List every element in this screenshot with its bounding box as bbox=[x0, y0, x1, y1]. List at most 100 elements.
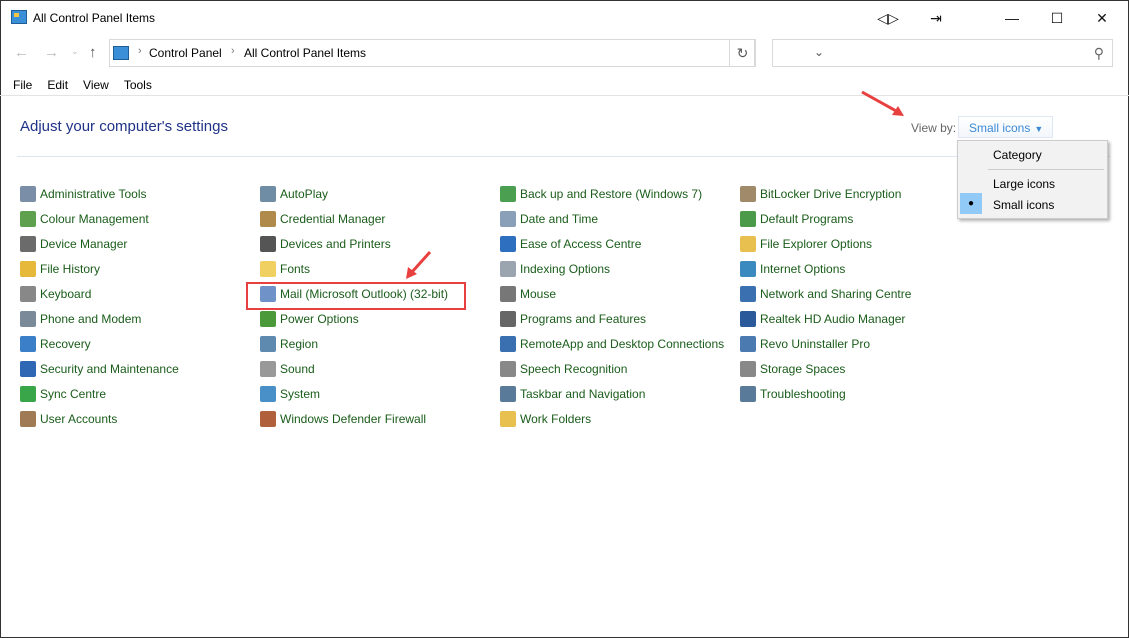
control-panel-item[interactable]: Network and Sharing Centre bbox=[740, 285, 911, 303]
control-panel-item[interactable]: Internet Options bbox=[740, 260, 845, 278]
control-panel-item[interactable]: Troubleshooting bbox=[740, 385, 846, 403]
file-explorer-options-icon bbox=[740, 236, 756, 252]
item-label: Power Options bbox=[280, 312, 359, 326]
view-by-value: Small icons bbox=[969, 121, 1031, 135]
control-panel-item[interactable]: RemoteApp and Desktop Connections bbox=[500, 335, 724, 353]
control-panel-item[interactable]: Indexing Options bbox=[500, 260, 610, 278]
option-small-icons[interactable]: Small icons bbox=[993, 198, 1054, 212]
sound-icon bbox=[260, 361, 276, 377]
control-panel-item[interactable]: Colour Management bbox=[20, 210, 149, 228]
control-panel-item[interactable]: Credential Manager bbox=[260, 210, 385, 228]
control-panel-item[interactable]: Recovery bbox=[20, 335, 91, 353]
remoteapp-and-desktop-connections-icon bbox=[500, 336, 516, 352]
item-label: Keyboard bbox=[40, 287, 92, 301]
device-manager-icon bbox=[20, 236, 36, 252]
close-button[interactable]: ✕ bbox=[1082, 4, 1122, 32]
control-panel-item[interactable]: File Explorer Options bbox=[740, 235, 872, 253]
control-panel-item[interactable]: Realtek HD Audio Manager bbox=[740, 310, 905, 328]
control-panel-item[interactable]: Programs and Features bbox=[500, 310, 646, 328]
mouse-icon bbox=[500, 286, 516, 302]
control-panel-item[interactable]: Keyboard bbox=[20, 285, 91, 303]
work-folders-icon bbox=[500, 411, 516, 427]
colour-management-icon bbox=[20, 211, 36, 227]
recovery-icon bbox=[20, 336, 36, 352]
minimize-button[interactable]: — bbox=[992, 4, 1032, 32]
divider bbox=[988, 169, 1104, 170]
item-label: File Explorer Options bbox=[760, 237, 873, 251]
option-large-icons[interactable]: Large icons bbox=[993, 177, 1055, 191]
control-panel-item[interactable]: Date and Time bbox=[500, 210, 598, 228]
forward-button[interactable]: → bbox=[44, 44, 59, 61]
chevron-right-icon: › bbox=[231, 45, 235, 57]
control-panel-item[interactable]: File History bbox=[20, 260, 100, 278]
control-panel-item[interactable]: Taskbar and Navigation bbox=[500, 385, 645, 403]
view-by-dropdown[interactable]: Small icons ▼ bbox=[958, 116, 1053, 138]
control-panel-item[interactable]: System bbox=[260, 385, 320, 403]
item-label: File History bbox=[40, 262, 101, 276]
control-panel-item[interactable]: User Accounts bbox=[20, 410, 117, 428]
control-panel-item[interactable]: Windows Defender Firewall bbox=[260, 410, 426, 428]
control-panel-item[interactable]: Speech Recognition bbox=[500, 360, 627, 378]
item-label: Region bbox=[280, 337, 319, 351]
control-panel-item[interactable]: Phone and Modem bbox=[20, 310, 141, 328]
date-and-time-icon bbox=[500, 211, 516, 227]
item-label: Fonts bbox=[280, 262, 311, 276]
control-panel-item[interactable]: AutoPlay bbox=[260, 185, 328, 203]
up-button[interactable]: ↑ bbox=[89, 44, 97, 61]
control-panel-item[interactable]: Sync Centre bbox=[20, 385, 106, 403]
item-label: Mouse bbox=[520, 287, 557, 301]
control-panel-item[interactable]: Device Manager bbox=[20, 235, 127, 253]
item-label: AutoPlay bbox=[280, 187, 329, 201]
recent-dropdown[interactable]: ⌄ bbox=[71, 46, 79, 57]
storage-spaces-icon bbox=[740, 361, 756, 377]
security-and-maintenance-icon bbox=[20, 361, 36, 377]
control-panel-item[interactable]: Administrative Tools bbox=[20, 185, 147, 203]
menu-tools[interactable]: Tools bbox=[124, 78, 152, 92]
item-label: Sync Centre bbox=[40, 387, 107, 401]
control-panel-item[interactable]: Security and Maintenance bbox=[20, 360, 179, 378]
control-panel-item[interactable]: Power Options bbox=[260, 310, 359, 328]
breadcrumb-control-panel[interactable]: Control Panel bbox=[149, 46, 222, 60]
power-options-icon bbox=[260, 311, 276, 327]
phone-and-modem-icon bbox=[20, 311, 36, 327]
back-button[interactable]: ← bbox=[14, 44, 29, 61]
item-label: Phone and Modem bbox=[40, 312, 142, 326]
control-panel-item[interactable]: BitLocker Drive Encryption bbox=[740, 185, 901, 203]
search-input[interactable]: ⚲ bbox=[772, 39, 1113, 67]
control-panel-item[interactable]: Back up and Restore (Windows 7) bbox=[500, 185, 702, 203]
item-label: Sound bbox=[280, 362, 315, 376]
divider bbox=[0, 95, 1129, 96]
snap-icon[interactable]: ◁▷ bbox=[868, 4, 908, 32]
speech-recognition-icon bbox=[500, 361, 516, 377]
region-icon bbox=[260, 336, 276, 352]
devices-and-printers-icon bbox=[260, 236, 276, 252]
address-bar[interactable]: › Control Panel › All Control Panel Item… bbox=[109, 39, 824, 67]
maximize-button[interactable]: ☐ bbox=[1037, 4, 1077, 32]
programs-and-features-icon bbox=[500, 311, 516, 327]
control-panel-item[interactable]: Fonts bbox=[260, 260, 310, 278]
back-up-and-restore-windows-7-icon bbox=[500, 186, 516, 202]
item-label: Date and Time bbox=[520, 212, 599, 226]
view-by-label: View by: bbox=[911, 121, 957, 135]
file-history-icon bbox=[20, 261, 36, 277]
share-icon[interactable]: ⇥ bbox=[916, 4, 956, 32]
control-panel-item[interactable]: Default Programs bbox=[740, 210, 853, 228]
menu-file[interactable]: File bbox=[13, 78, 32, 92]
option-category[interactable]: Category bbox=[993, 148, 1042, 162]
item-label: Colour Management bbox=[40, 212, 149, 226]
control-panel-item[interactable]: Ease of Access Centre bbox=[500, 235, 641, 253]
control-panel-item[interactable]: Sound bbox=[260, 360, 315, 378]
control-panel-item[interactable]: Mouse bbox=[500, 285, 556, 303]
menu-view[interactable]: View bbox=[83, 78, 109, 92]
refresh-button[interactable]: ↻ bbox=[729, 39, 756, 67]
troubleshooting-icon bbox=[740, 386, 756, 402]
indexing-options-icon bbox=[500, 261, 516, 277]
control-panel-item[interactable]: Revo Uninstaller Pro bbox=[740, 335, 870, 353]
breadcrumb-all-items[interactable]: All Control Panel Items bbox=[244, 46, 366, 60]
control-panel-item[interactable]: Region bbox=[260, 335, 318, 353]
control-panel-item[interactable]: Devices and Printers bbox=[260, 235, 391, 253]
control-panel-item[interactable]: Storage Spaces bbox=[740, 360, 845, 378]
control-panel-item[interactable]: Work Folders bbox=[500, 410, 591, 428]
menu-edit[interactable]: Edit bbox=[47, 78, 68, 92]
red-arrow-annotation bbox=[406, 250, 432, 279]
